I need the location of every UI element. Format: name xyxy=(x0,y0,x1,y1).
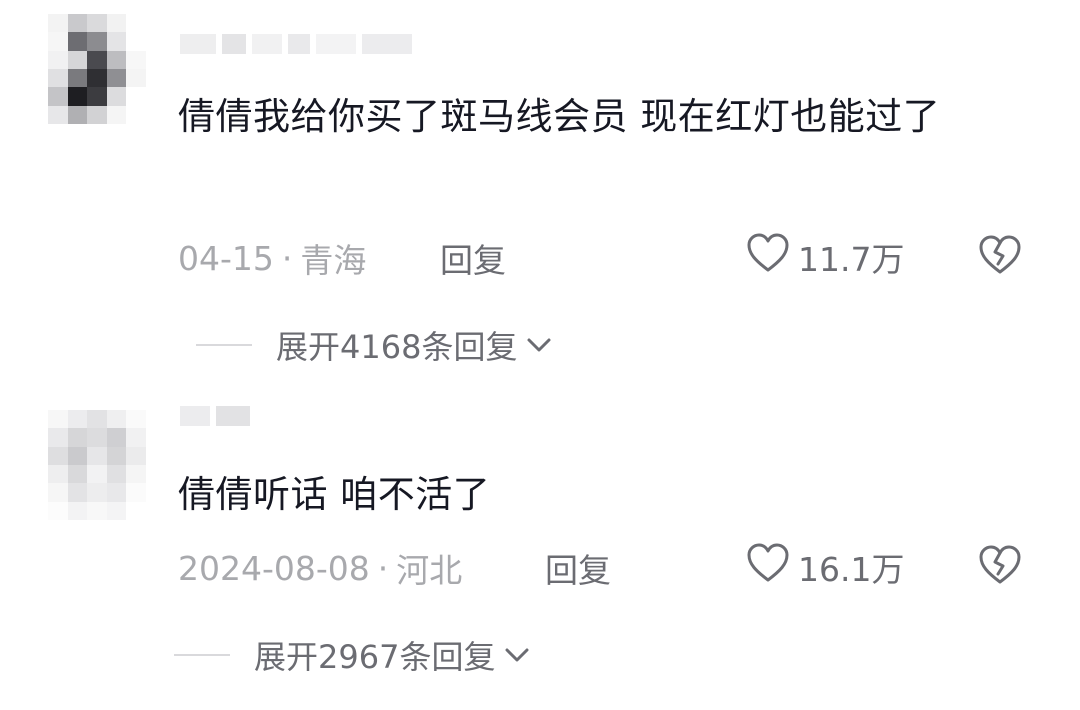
expand-divider-line xyxy=(196,344,252,346)
like-button[interactable]: 11.7万 xyxy=(746,232,904,282)
comment-date: 04-15 xyxy=(178,238,274,278)
dislike-button[interactable] xyxy=(976,234,1024,280)
heart-outline-icon xyxy=(746,542,790,592)
like-count: 11.7万 xyxy=(798,240,905,279)
chevron-down-icon xyxy=(525,335,553,355)
username-blurred[interactable] xyxy=(180,34,412,54)
expand-divider-line xyxy=(174,654,230,656)
broken-heart-icon xyxy=(976,545,1024,590)
comment-item: 倩倩听话 咱不活了 2024-08-08 · 河北 回复 16.1万 展开296… xyxy=(0,390,1080,710)
comment-text: 倩倩听话 咱不活了 xyxy=(178,473,491,516)
reply-button[interactable]: 回复 xyxy=(545,544,611,592)
comment-meta: 2024-08-08 · 河北 xyxy=(178,544,462,592)
dislike-button[interactable] xyxy=(976,544,1024,590)
expand-replies-button[interactable]: 展开4168条回复 xyxy=(196,322,553,368)
comment-location: 青海 xyxy=(300,241,367,280)
heart-outline-icon xyxy=(746,232,790,282)
expand-replies-button[interactable]: 展开2967条回复 xyxy=(174,632,531,678)
broken-heart-icon xyxy=(976,235,1024,280)
meta-separator: · xyxy=(281,238,293,278)
meta-separator: · xyxy=(377,548,389,588)
avatar[interactable] xyxy=(48,410,146,520)
expand-replies-label: 展开4168条回复 xyxy=(276,328,518,366)
comment-date: 2024-08-08 xyxy=(178,548,370,588)
comment-meta: 04-15 · 青海 xyxy=(178,234,366,282)
comment-item: 倩倩我给你买了斑马线会员 现在红灯也能过了 04-15 · 青海 回复 11.7… xyxy=(0,0,1080,390)
reply-button[interactable]: 回复 xyxy=(440,234,506,282)
like-button[interactable]: 16.1万 xyxy=(746,542,904,592)
expand-replies-label: 展开2967条回复 xyxy=(254,638,496,676)
comment-location: 河北 xyxy=(396,551,463,590)
comment-text: 倩倩我给你买了斑马线会员 现在红灯也能过了 xyxy=(178,95,941,138)
avatar[interactable] xyxy=(48,14,146,124)
username-blurred[interactable] xyxy=(180,406,250,426)
chevron-down-icon xyxy=(503,645,531,665)
like-count: 16.1万 xyxy=(798,550,905,589)
